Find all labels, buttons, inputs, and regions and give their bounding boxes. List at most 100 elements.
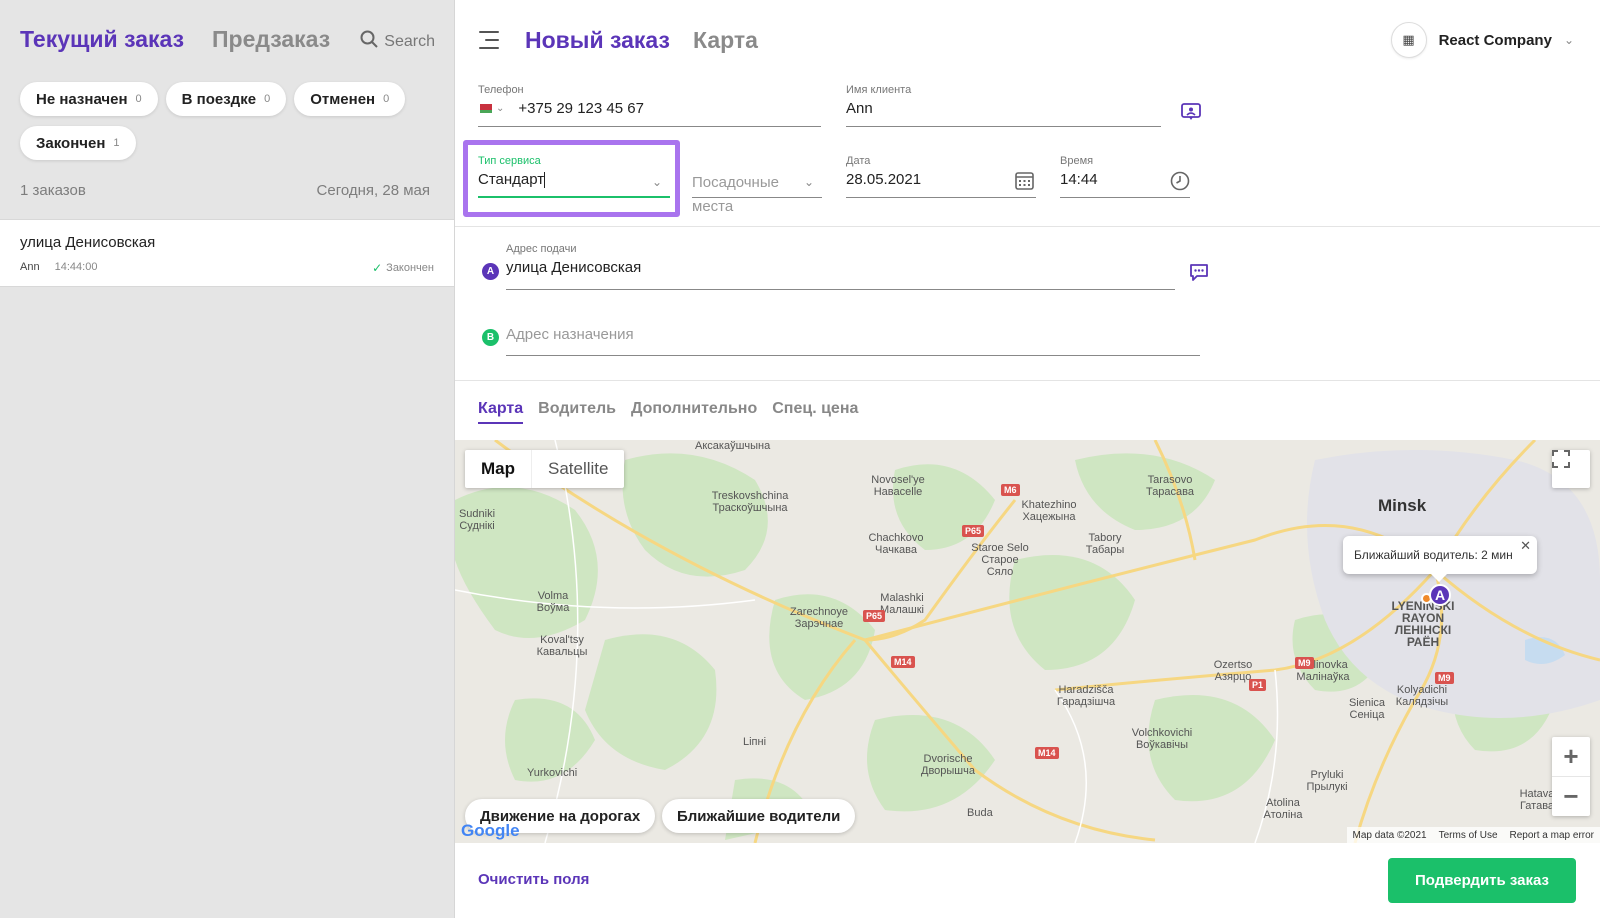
pickup-marker[interactable]: A bbox=[1429, 584, 1451, 606]
order-list-item[interactable]: улица Денисовская Ann 14:44:00 ✓ Законче… bbox=[0, 219, 454, 287]
destination-pin-icon: B bbox=[482, 329, 499, 346]
confirm-order-button[interactable]: Подвердить заказ bbox=[1388, 858, 1576, 903]
map-place-label: Yurkovichi bbox=[527, 767, 578, 779]
status-filter-chips: Не назначен 0 В поездке 0 Отменен 0 Законче… bbox=[20, 82, 440, 160]
road-shield: M14 bbox=[1035, 747, 1059, 759]
phone-field[interactable]: Телефон ⌄ +375 29 123 45 67 bbox=[478, 84, 821, 127]
client-name-label: Имя клиента bbox=[846, 84, 912, 96]
chip-count: 0 bbox=[264, 93, 271, 105]
map-place-label: Koval'tsy Кавальцы bbox=[536, 634, 588, 658]
close-icon[interactable]: ✕ bbox=[1520, 538, 1531, 554]
phone-value: +375 29 123 45 67 bbox=[518, 100, 644, 117]
map-type-satellite-button[interactable]: Satellite bbox=[531, 450, 624, 488]
map-place-label: Kolyadichi Калядзічы bbox=[1395, 684, 1449, 708]
client-name-field[interactable]: Имя клиента Ann bbox=[846, 84, 1161, 127]
search-label: Search bbox=[384, 32, 435, 50]
search-button[interactable]: Search bbox=[360, 30, 435, 53]
road-shield: P65 bbox=[962, 525, 985, 537]
pickup-value: улица Денисовская bbox=[506, 259, 642, 276]
tab-current-order[interactable]: Текущий заказ bbox=[20, 26, 184, 53]
zoom-out-button[interactable]: − bbox=[1552, 777, 1590, 816]
chip-count: 1 bbox=[113, 137, 120, 149]
map-place-label: Staroe Selo Старое Сяло bbox=[971, 542, 1029, 578]
google-logo: Google bbox=[461, 821, 520, 840]
tab-detail-special-price[interactable]: Спец. цена bbox=[772, 400, 858, 424]
date-field[interactable]: Дата 28.05.2021 bbox=[846, 155, 1036, 198]
company-selector[interactable]: ▦ React Company ⌄ bbox=[1390, 22, 1574, 58]
terms-link[interactable]: Terms of Use bbox=[1439, 830, 1498, 841]
road-shield: M6 bbox=[1001, 484, 1020, 496]
search-icon bbox=[360, 30, 379, 53]
clear-fields-button[interactable]: Очистить поля bbox=[478, 871, 589, 888]
map-place-label: Volma Воўма bbox=[536, 590, 570, 614]
map-type-map-button[interactable]: Map bbox=[465, 450, 531, 488]
zoom-in-button[interactable]: + bbox=[1552, 737, 1590, 776]
order-status-label: Закончен bbox=[386, 262, 434, 274]
menu-collapse-icon[interactable] bbox=[479, 31, 501, 49]
map-place-label: Atolina Атоліна bbox=[1263, 797, 1303, 821]
orders-header: Текущий заказ Предзаказ Search bbox=[20, 26, 435, 56]
building-icon: ▦ bbox=[1390, 22, 1427, 58]
tab-detail-driver[interactable]: Водитель bbox=[538, 400, 616, 424]
order-detail-tabs: Карта Водитель Дополнительно Спец. цена bbox=[478, 400, 858, 424]
form-actions: Очистить поля Подвердить заказ bbox=[455, 843, 1600, 918]
map-place-label: Аксакаўшчына bbox=[695, 440, 771, 452]
map-place-label: Treskovshchina Траскоўшчына bbox=[711, 490, 789, 514]
orders-count: 1 заказов bbox=[20, 182, 86, 199]
client-card-icon[interactable] bbox=[1181, 103, 1201, 126]
flag-icon[interactable]: ⌄ bbox=[478, 103, 504, 114]
chip-label: Отменен bbox=[310, 90, 376, 108]
chip-unassigned[interactable]: Не назначен 0 bbox=[20, 82, 158, 116]
chip-label: Закончен bbox=[36, 134, 106, 152]
chip-finished[interactable]: Закончен 1 bbox=[20, 126, 136, 160]
nearest-drivers-button[interactable]: Ближайшие водители bbox=[662, 799, 856, 833]
status-badge: ✓ Закончен bbox=[372, 261, 434, 275]
chip-label: В поездке bbox=[181, 90, 257, 108]
road-shield: P65 bbox=[863, 610, 886, 622]
chip-cancelled[interactable]: Отменен 0 bbox=[294, 82, 406, 116]
tab-new-order[interactable]: Новый заказ bbox=[525, 27, 670, 54]
time-field[interactable]: Время 14:44 bbox=[1060, 155, 1190, 198]
order-client: Ann bbox=[20, 261, 40, 273]
pickup-address-field[interactable]: Адрес подачи улица Денисовская bbox=[506, 243, 1175, 290]
road-shield: M9 bbox=[1435, 672, 1454, 684]
tab-preorder[interactable]: Предзаказ bbox=[212, 26, 330, 53]
orders-meta: 1 заказов Сегодня, 28 мая bbox=[20, 182, 430, 199]
clock-icon[interactable] bbox=[1170, 171, 1190, 196]
map-place-label: Dvorische Дворышча bbox=[921, 753, 975, 777]
map-place-label: Khatezhino Хацежына bbox=[1021, 499, 1077, 523]
tab-map[interactable]: Карта bbox=[693, 27, 758, 54]
orders-date: Сегодня, 28 мая bbox=[316, 182, 430, 199]
map-place-label: Malashki Малашкі bbox=[879, 592, 925, 616]
service-type-select[interactable]: Тип сервиса Стандарт ⌄ bbox=[478, 155, 670, 198]
service-type-value: Стандарт bbox=[478, 171, 545, 188]
tab-detail-extra[interactable]: Дополнительно bbox=[631, 400, 757, 424]
chip-in-trip[interactable]: В поездке 0 bbox=[165, 82, 287, 116]
pickup-pin-icon: A bbox=[482, 263, 499, 280]
chevron-down-icon: ⌄ bbox=[651, 175, 662, 189]
fullscreen-icon[interactable] bbox=[1552, 450, 1590, 488]
map-district-label: LYENINSKI RAYON ЛЕНІНСКІ РАЁН bbox=[1391, 599, 1455, 649]
map-view[interactable]: Аксакаўшчына Novosel'ye Навасelle Taraso… bbox=[455, 440, 1600, 843]
orders-sidebar: Текущий заказ Предзаказ Search Не назнач… bbox=[0, 0, 455, 918]
report-error-link[interactable]: Report a map error bbox=[1510, 830, 1594, 841]
order-time: 14:44:00 bbox=[54, 261, 98, 273]
road-shield: M14 bbox=[891, 656, 915, 668]
map-place-label: Tarasovo Тарасава bbox=[1145, 474, 1195, 498]
pickup-label: Адрес подачи bbox=[506, 243, 577, 255]
map-place-label: Chachkovo Чачкава bbox=[868, 532, 924, 556]
calendar-icon[interactable] bbox=[1015, 171, 1034, 195]
chevron-down-icon: ⌄ bbox=[1563, 33, 1574, 47]
map-place-label: Sienica Сеніца bbox=[1348, 697, 1386, 721]
seats-select[interactable]: Посадочные места ⌄ bbox=[692, 155, 822, 215]
seats-placeholder: Посадочные места bbox=[692, 174, 779, 215]
chip-count: 0 bbox=[135, 93, 142, 105]
order-address: улица Денисовская bbox=[20, 234, 156, 251]
destination-address-field[interactable]: Адрес назначения bbox=[506, 326, 1200, 356]
road-shield: P1 bbox=[1249, 679, 1267, 691]
comment-icon[interactable] bbox=[1189, 263, 1209, 286]
tab-detail-map[interactable]: Карта bbox=[478, 400, 524, 424]
time-label: Время bbox=[1060, 155, 1094, 167]
header: Новый заказ Карта ▦ React Company ⌄ bbox=[455, 0, 1600, 82]
map-place-label: Sudniki Суднікі bbox=[458, 508, 496, 532]
